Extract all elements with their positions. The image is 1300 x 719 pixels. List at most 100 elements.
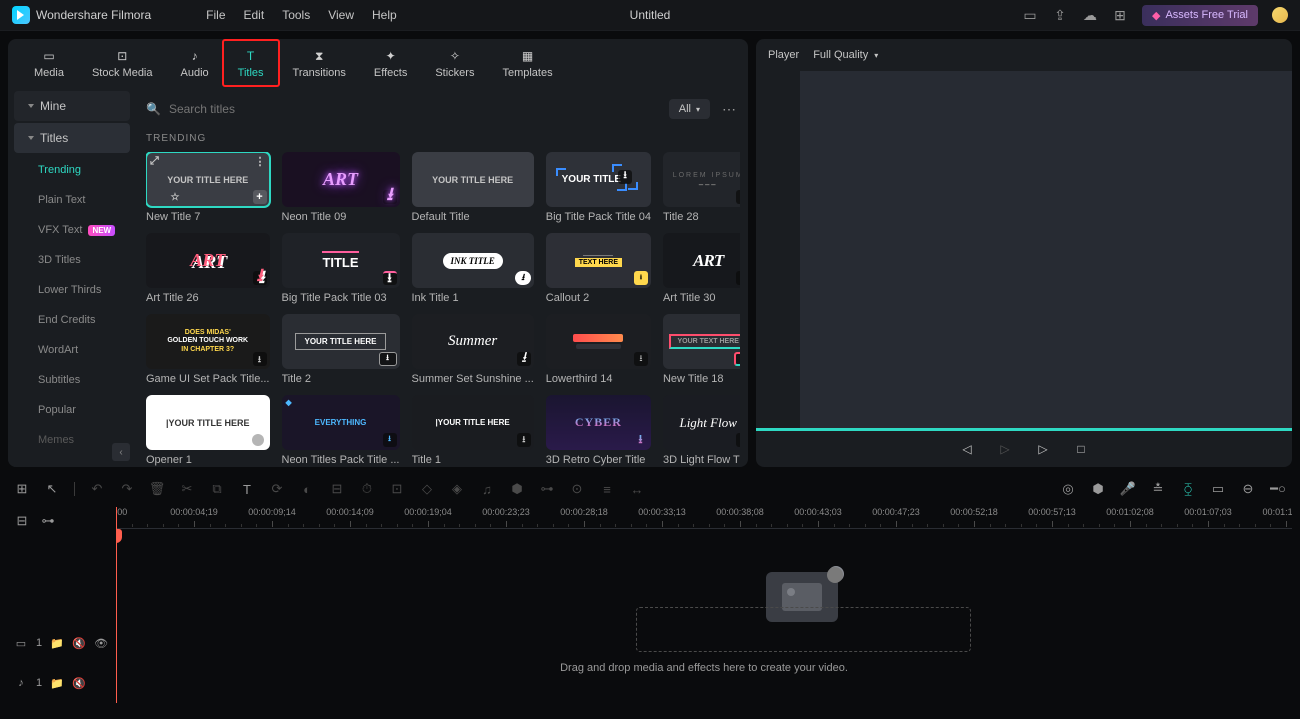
undo-icon[interactable]: ↶: [89, 481, 105, 497]
title-card[interactable]: TEXT HERE⭳Callout 2: [546, 233, 651, 304]
view-icon[interactable]: ◎: [1060, 481, 1076, 497]
tab-effects[interactable]: ✦Effects: [360, 39, 421, 87]
sidebar-item-3d-titles[interactable]: 3D Titles: [8, 245, 136, 275]
download-icon[interactable]: ⭳: [253, 271, 267, 285]
monitor-icon[interactable]: ▭: [1022, 7, 1038, 23]
menu-view[interactable]: View: [328, 8, 354, 22]
download-icon[interactable]: ⭳: [253, 352, 267, 366]
mask-icon[interactable]: ⬢: [509, 481, 525, 497]
filter-dropdown[interactable]: All▾: [669, 99, 710, 119]
play-button[interactable]: ▷: [1035, 441, 1051, 457]
record-icon[interactable]: ⊙: [569, 481, 585, 497]
tab-stickers[interactable]: ✧Stickers: [421, 39, 488, 87]
menu-tools[interactable]: Tools: [282, 8, 310, 22]
mute-icon[interactable]: 🔇: [72, 637, 86, 650]
tab-media[interactable]: ▭Media: [20, 39, 78, 87]
download-icon[interactable]: ⭳: [734, 352, 740, 366]
user-avatar[interactable]: [1272, 7, 1288, 23]
title-card[interactable]: ⭳Lowerthird 14: [546, 314, 651, 385]
audio-mixer-icon[interactable]: ≛: [1150, 481, 1166, 497]
tab-templates[interactable]: ▦Templates: [488, 39, 566, 87]
download-icon[interactable]: ⭳: [383, 433, 397, 447]
collapse-sidebar-button[interactable]: ‹: [112, 443, 130, 461]
tab-stock-media[interactable]: ⊡Stock Media: [78, 39, 167, 87]
title-card[interactable]: YOUR TITLE⭳Big Title Pack Title 04: [546, 152, 651, 223]
keyframe-icon[interactable]: ◈: [449, 481, 465, 497]
quality-dropdown[interactable]: Full Quality▾: [813, 49, 878, 61]
download-icon[interactable]: ⭳: [634, 352, 648, 366]
title-card[interactable]: TITLE⭳Big Title Pack Title 03: [282, 233, 400, 304]
title-card[interactable]: ART⭳Art Title 26: [146, 233, 270, 304]
download-icon[interactable]: ⭳: [736, 433, 740, 447]
search-input[interactable]: [169, 102, 661, 116]
download-icon[interactable]: ⭳: [517, 352, 531, 366]
title-card[interactable]: |YOUR TITLE HEREOpener 1: [146, 395, 270, 466]
search-box[interactable]: 🔍: [146, 102, 661, 116]
snap-icon[interactable]: ⧲: [1180, 481, 1196, 497]
play-backward-button[interactable]: ▷: [997, 441, 1013, 457]
prev-frame-button[interactable]: ◁: [959, 441, 975, 457]
tab-titles[interactable]: TTitles: [222, 39, 280, 87]
timeline-canvas[interactable]: 00:0000:00:04;1900:00:09;1400:00:14;0900…: [116, 507, 1292, 703]
eye-icon[interactable]: 👁: [94, 637, 108, 650]
crop-icon[interactable]: ⧉: [209, 481, 225, 497]
color-icon[interactable]: ◐: [299, 481, 315, 497]
audio-icon[interactable]: ♫: [479, 481, 495, 497]
video-track-header[interactable]: ▭1 📁 🔇 👁: [8, 623, 116, 663]
zoom-slider[interactable]: ━○: [1270, 481, 1286, 497]
sidebar-item-trending[interactable]: Trending: [8, 155, 136, 185]
sidebar-mine[interactable]: Mine: [14, 91, 130, 121]
apps-icon[interactable]: ⊞: [1112, 7, 1128, 23]
download-icon[interactable]: ⭳: [634, 433, 648, 447]
cloud-icon[interactable]: ☁: [1082, 7, 1098, 23]
sidebar-titles[interactable]: Titles: [14, 123, 130, 153]
speed-icon[interactable]: ⟳: [269, 481, 285, 497]
mixer-icon[interactable]: ≡: [599, 481, 615, 497]
tracks-icon[interactable]: ⊟: [14, 513, 30, 529]
volume-icon[interactable]: ↔: [629, 481, 645, 497]
tab-audio[interactable]: ♪Audio: [167, 39, 223, 87]
adjust-icon[interactable]: ⊟: [329, 481, 345, 497]
delete-icon[interactable]: 🗑: [149, 481, 165, 497]
add-icon[interactable]: +: [253, 190, 267, 204]
title-card[interactable]: Light Flow⭳3D Light Flow Title: [663, 395, 740, 466]
download-icon[interactable]: ⭳: [515, 271, 531, 285]
cursor-icon[interactable]: ↖: [44, 481, 60, 497]
title-card[interactable]: |YOUR TITLE HERE⭳Title 1: [412, 395, 534, 466]
sidebar-item-plain-text[interactable]: Plain Text: [8, 185, 136, 215]
export-icon[interactable]: ⇪: [1052, 7, 1068, 23]
title-card[interactable]: INK TITLE⭳Ink Title 1: [412, 233, 534, 304]
link-track-icon[interactable]: ⊶: [40, 513, 56, 529]
sidebar-item-lower-thirds[interactable]: Lower Thirds: [8, 275, 136, 305]
zoom-out-icon[interactable]: ⊖: [1240, 481, 1256, 497]
download-icon[interactable]: ⭳: [634, 271, 648, 285]
title-card[interactable]: CYBER⭳3D Retro Cyber Title: [546, 395, 651, 466]
tab-transitions[interactable]: ⧗Transitions: [279, 39, 360, 87]
menu-help[interactable]: Help: [372, 8, 397, 22]
timer-icon[interactable]: ⏱: [359, 481, 375, 497]
redo-icon[interactable]: ↷: [119, 481, 135, 497]
track-icon[interactable]: ⊡: [389, 481, 405, 497]
title-card[interactable]: YOUR TITLE HEREDefault Title: [412, 152, 534, 223]
more-button[interactable]: ⋯: [718, 101, 740, 118]
sidebar-item-end-credits[interactable]: End Credits: [8, 305, 136, 335]
sidebar-item-subtitles[interactable]: Subtitles: [8, 365, 136, 395]
layout-icon[interactable]: ⊞: [14, 481, 30, 497]
download-icon[interactable]: ⭳: [383, 190, 397, 204]
marker-icon[interactable]: ◇: [419, 481, 435, 497]
folder-icon[interactable]: 📁: [50, 677, 64, 690]
marker-add-icon[interactable]: ⬢: [1090, 481, 1106, 497]
title-card[interactable]: LOREM IPSUM━━━⭳Title 28: [663, 152, 740, 223]
title-card[interactable]: ◆EVERYTHING⭳Neon Titles Pack Title ...: [282, 395, 400, 466]
mute-icon[interactable]: 🔇: [72, 677, 86, 690]
title-card[interactable]: YOUR TITLE HERE⭳Title 2: [282, 314, 400, 385]
sidebar-item-popular[interactable]: Popular: [8, 395, 136, 425]
menu-icon[interactable]: ⋮: [255, 155, 266, 168]
title-card[interactable]: DOES MIDAS'GOLDEN TOUCH WORKIN CHAPTER 3…: [146, 314, 270, 385]
add-media-icon[interactable]: +: [828, 566, 844, 582]
download-icon[interactable]: ⭳: [618, 170, 632, 184]
title-card[interactable]: ART⭳Neon Title 09: [282, 152, 400, 223]
menu-edit[interactable]: Edit: [244, 8, 265, 22]
sidebar-item-wordart[interactable]: WordArt: [8, 335, 136, 365]
stop-button[interactable]: □: [1073, 441, 1089, 457]
